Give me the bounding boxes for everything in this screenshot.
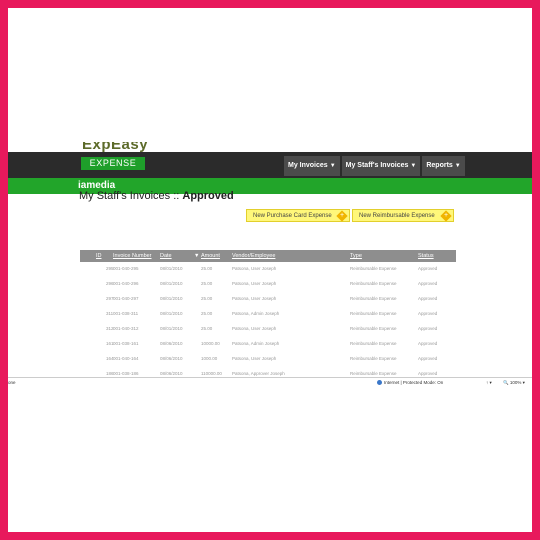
new-purchase-card-expense-button[interactable]: New Purchase Card Expense + bbox=[246, 209, 350, 222]
cell-amount: 110000.00 bbox=[201, 371, 222, 376]
col-header-status[interactable]: Status bbox=[418, 250, 434, 262]
cell-invoice-number: 001-040-297 bbox=[113, 296, 139, 301]
col-header-date[interactable]: Date bbox=[160, 250, 172, 262]
cell-invoice-number: 001-040-296 bbox=[113, 281, 139, 286]
cell-type: Reimbursable Expense bbox=[350, 266, 397, 271]
cell-date: 08/06/2010 bbox=[160, 356, 183, 361]
cell-vendor-employee: Patsona, User Joseph bbox=[232, 326, 277, 331]
cell-amount: 25.00 bbox=[201, 296, 213, 301]
cell-amount: 25.00 bbox=[201, 311, 213, 316]
protected-mode-toggle[interactable]: ↑ ▾ bbox=[486, 380, 492, 386]
col-header-vendor-employee[interactable]: Vendor/Employee bbox=[232, 250, 275, 262]
cell-type: Reimbursable Expense bbox=[350, 341, 397, 346]
cell-date: 08/01/2010 bbox=[160, 311, 183, 316]
chevron-down-icon: ▼ bbox=[329, 163, 336, 169]
table-body: 295 001-040-295 08/01/2010 25.00 Patsona, Us… bbox=[80, 262, 456, 382]
cell-status: Approved bbox=[418, 341, 438, 346]
cell-status: Approved bbox=[418, 371, 438, 376]
col-header-amount[interactable]: Amount bbox=[201, 250, 220, 262]
browser-status-bar: one Internet | Protected Mode: On ↑ ▾ 🔍 … bbox=[8, 377, 532, 388]
cell-date: 08/01/2010 bbox=[160, 296, 183, 301]
cell-date: 08/06/2010 bbox=[160, 341, 183, 346]
chevron-down-icon: ▼ bbox=[410, 163, 417, 169]
cell-type: Reimbursable Expense bbox=[350, 281, 397, 286]
cell-status: Approved bbox=[418, 356, 438, 361]
cell-type: Reimbursable Expense bbox=[350, 311, 397, 316]
cell-invoice-number: 001-038-161 bbox=[113, 341, 139, 346]
nav-my-invoices[interactable]: My Invoices ▼ bbox=[284, 156, 340, 176]
cell-status: Approved bbox=[418, 281, 438, 286]
cell-status: Approved bbox=[418, 326, 438, 331]
cell-amount: 25.00 bbox=[201, 266, 213, 271]
cell-date: 08/06/2010 bbox=[160, 371, 183, 376]
page-title-prefix: My Staff's Invoices :: bbox=[79, 190, 183, 202]
app-logo-text: ExpEasy bbox=[82, 142, 149, 153]
cell-vendor-employee: Patsona, User Joseph bbox=[232, 356, 277, 361]
zoom-control[interactable]: 🔍 100% ▾ bbox=[503, 380, 525, 386]
col-header-invoice-number[interactable]: Invoice Number bbox=[113, 250, 152, 262]
table-row[interactable]: 311 001-038-311 08/01/2010 25.00 Patsona, Ad… bbox=[80, 307, 456, 322]
table-row[interactable]: 161 001-038-161 08/06/2010 10000.00 Patsona,… bbox=[80, 337, 456, 352]
chevron-down-icon: ▼ bbox=[454, 163, 461, 169]
col-header-id[interactable]: ID bbox=[96, 250, 102, 262]
cell-date: 08/01/2010 bbox=[160, 266, 183, 271]
page-title-status: Approved bbox=[182, 190, 234, 202]
cell-invoice-number: 001-040-295 bbox=[113, 266, 139, 271]
cell-invoice-number: 001-040-164 bbox=[113, 356, 139, 361]
invoices-table: ID Invoice Number Date ▼ Amount Vendor/E… bbox=[80, 250, 456, 382]
new-purchase-card-expense-label: New Purchase Card Expense bbox=[253, 213, 332, 219]
col-header-type[interactable]: Type bbox=[350, 250, 362, 262]
cell-vendor-employee: Patsona, User Joseph bbox=[232, 296, 277, 301]
new-reimbursable-expense-label: New Reimbursable Expense bbox=[359, 213, 435, 219]
cell-status: Approved bbox=[418, 296, 438, 301]
nav-reports-label: Reports bbox=[426, 162, 453, 169]
expense-logo-badge: EXPENSE bbox=[81, 157, 145, 170]
new-reimbursable-expense-button[interactable]: New Reimbursable Expense + bbox=[352, 209, 454, 222]
cell-amount: 10000.00 bbox=[201, 341, 220, 346]
nav-my-staffs-invoices-label: My Staff's Invoices bbox=[345, 162, 409, 169]
add-icon: + bbox=[336, 210, 348, 222]
nav-reports[interactable]: Reports ▼ bbox=[422, 156, 465, 176]
table-row[interactable]: 295 001-040-295 08/01/2010 25.00 Patsona, Us… bbox=[80, 262, 456, 277]
nav-my-invoices-label: My Invoices bbox=[288, 162, 328, 169]
cell-type: Reimbursable Expense bbox=[350, 356, 397, 361]
table-row[interactable]: 312 001-040-312 08/01/2010 25.00 Patsona, Us… bbox=[80, 322, 456, 337]
page-title: My Staff's Invoices :: Approved bbox=[79, 190, 234, 202]
cell-status: Approved bbox=[418, 266, 438, 271]
security-zone-label: Internet | Protected Mode: On bbox=[384, 380, 444, 385]
security-zone: Internet | Protected Mode: On bbox=[377, 380, 444, 386]
table-row[interactable]: 297 001-040-297 08/01/2010 25.00 Patsona, Us… bbox=[80, 292, 456, 307]
screenshot-canvas: ExpEasy EXPENSE My Invoices ▼ My Staff's … bbox=[8, 8, 532, 532]
cell-type: Reimbursable Expense bbox=[350, 326, 397, 331]
cell-amount: 25.00 bbox=[201, 326, 213, 331]
table-row[interactable]: 164 001-040-164 08/06/2010 1000.00 Patsona, … bbox=[80, 352, 456, 367]
add-icon: + bbox=[440, 210, 452, 222]
sort-desc-icon: ▼ bbox=[194, 253, 200, 259]
table-header-row: ID Invoice Number Date ▼ Amount Vendor/E… bbox=[80, 250, 456, 262]
cell-amount: 25.00 bbox=[201, 281, 213, 286]
cell-invoice-number: 001-038-186 bbox=[113, 371, 139, 376]
cell-date: 08/01/2010 bbox=[160, 281, 183, 286]
cell-vendor-employee: Patsona, User Joseph bbox=[232, 266, 277, 271]
cell-vendor-employee: Patsona, Admin Joseph bbox=[232, 341, 280, 346]
cell-type: Reimbursable Expense bbox=[350, 296, 397, 301]
status-left-text: one bbox=[8, 380, 16, 385]
table-row[interactable]: 296 001-040-296 08/01/2010 25.00 Patsona, Us… bbox=[80, 277, 456, 292]
cell-status: Approved bbox=[418, 311, 438, 316]
cell-vendor-employee: Patsona, User Joseph bbox=[232, 281, 277, 286]
globe-icon bbox=[377, 380, 382, 386]
app-logo: ExpEasy bbox=[82, 142, 152, 154]
cell-date: 08/01/2010 bbox=[160, 326, 183, 331]
main-nav: My Invoices ▼ My Staff's Invoices ▼ Report… bbox=[284, 156, 465, 176]
cell-type: Reimbursable Expense bbox=[350, 371, 397, 376]
cell-invoice-number: 001-040-312 bbox=[113, 326, 139, 331]
zoom-level: 100% bbox=[509, 380, 522, 385]
cell-invoice-number: 001-038-311 bbox=[113, 311, 139, 316]
cell-amount: 1000.00 bbox=[201, 356, 218, 361]
nav-my-staffs-invoices[interactable]: My Staff's Invoices ▼ bbox=[341, 156, 421, 176]
cell-vendor-employee: Patsona, Admin Joseph bbox=[232, 311, 280, 316]
cell-vendor-employee: Patsona, Approver Joseph bbox=[232, 371, 285, 376]
